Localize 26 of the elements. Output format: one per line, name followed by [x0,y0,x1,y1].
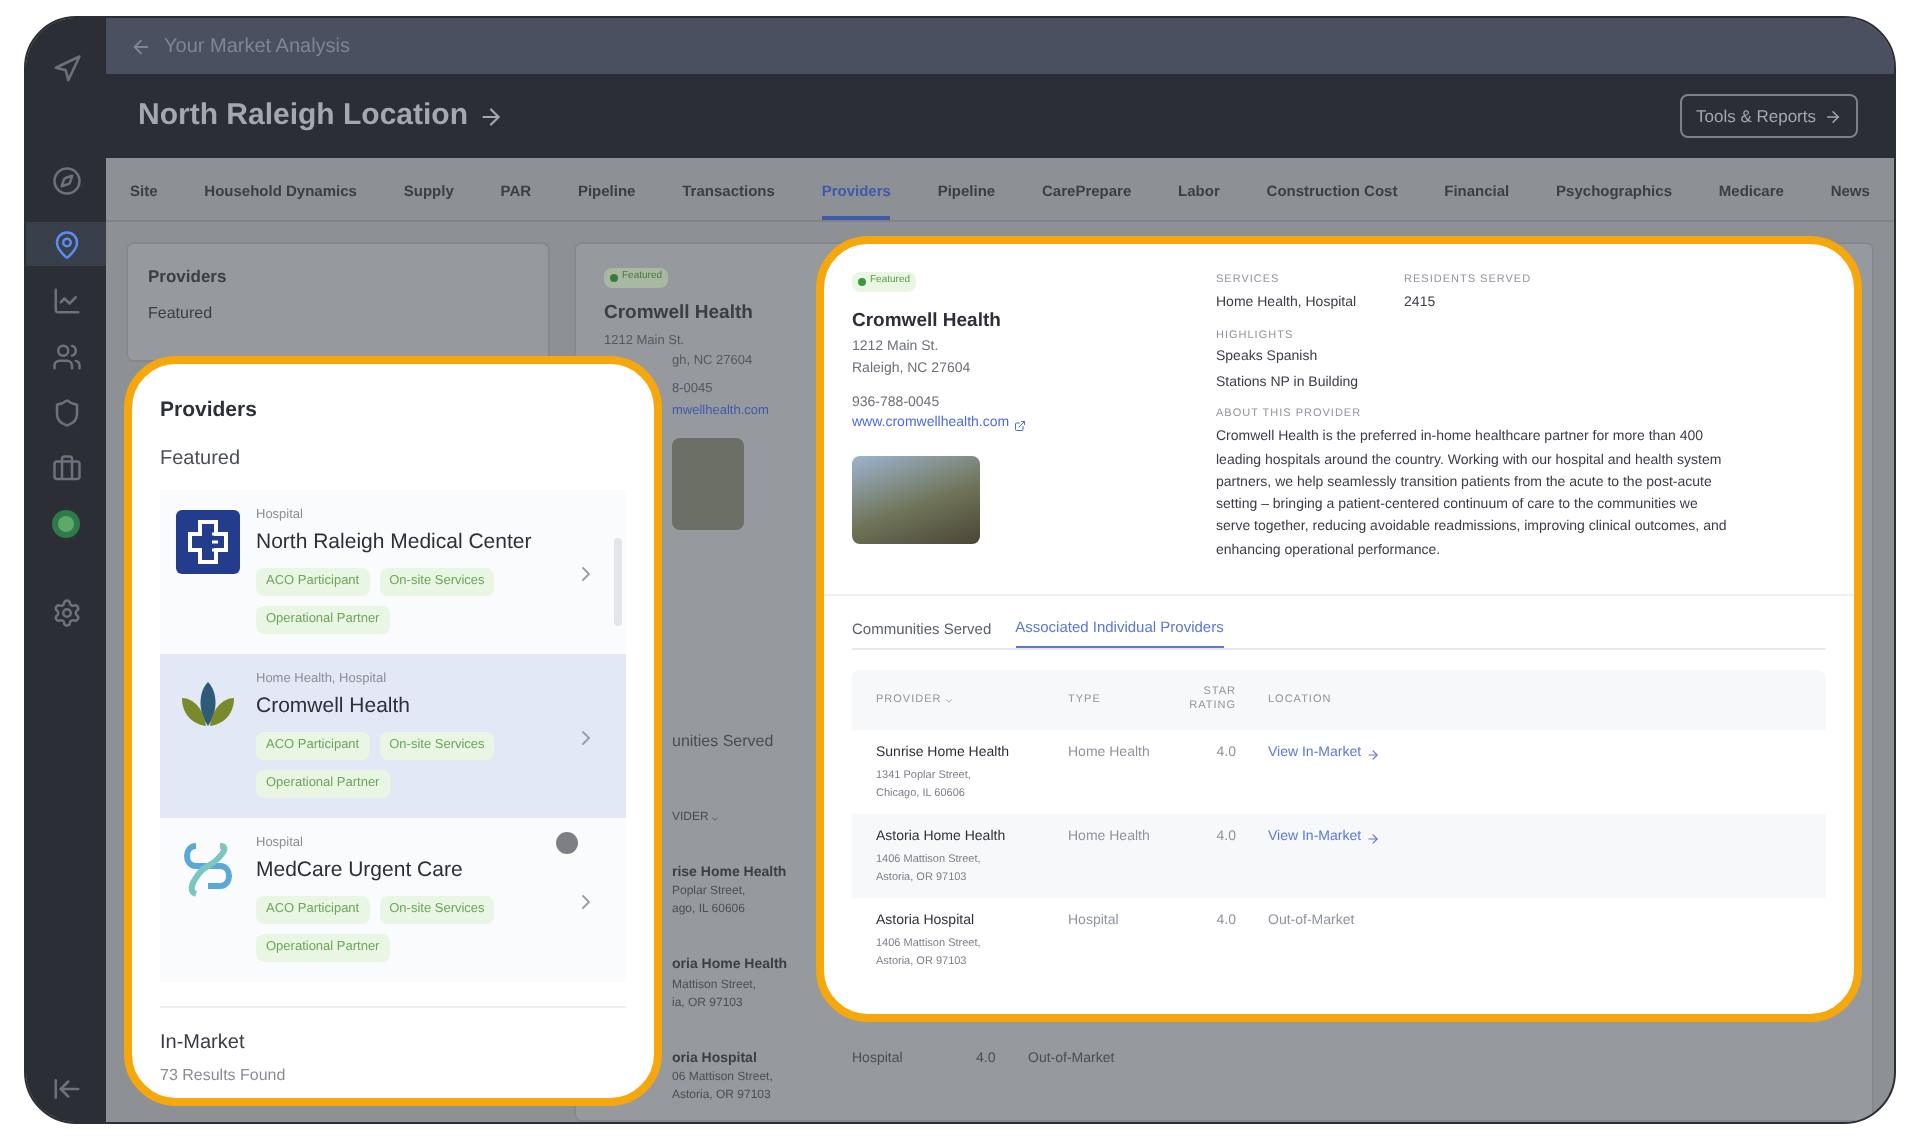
back-arrow-icon[interactable] [130,35,152,57]
provider-name: Cromwell Health [604,299,753,327]
arrow-right-icon[interactable] [1365,748,1380,763]
panel-title: Providers [160,396,259,426]
arrow-right-icon[interactable] [1365,832,1380,847]
provider-name: Cromwell Health [256,691,413,721]
detail-tab[interactable]: unities Served [672,729,774,754]
tools-reports-button[interactable]: Tools & Reports [1680,93,1858,139]
page-title: North Raleigh Location [138,95,468,136]
medical-cross-logo-icon [176,509,240,574]
panel-title: Providers [148,264,229,290]
arrow-right-icon [1824,107,1842,125]
provider-name: MedCare Urgent Care [256,855,465,885]
external-link-icon[interactable] [1013,419,1026,431]
building-photo-placeholder [672,437,744,530]
section-label: Featured [160,445,243,474]
arrow-right-icon[interactable] [478,103,504,129]
sort-caret-icon[interactable] [943,695,954,706]
provider-name: Cromwell Health [852,307,1003,335]
building-photo-placeholder [852,455,980,544]
results-count: 73 Results Found [160,1063,288,1088]
sort-caret-icon[interactable] [710,813,721,824]
section-label: In-Market [160,1029,247,1058]
provider-name: North Raleigh Medical Center [256,527,534,557]
map-pin-icon[interactable] [26,222,106,266]
section-label: Featured [148,301,215,326]
